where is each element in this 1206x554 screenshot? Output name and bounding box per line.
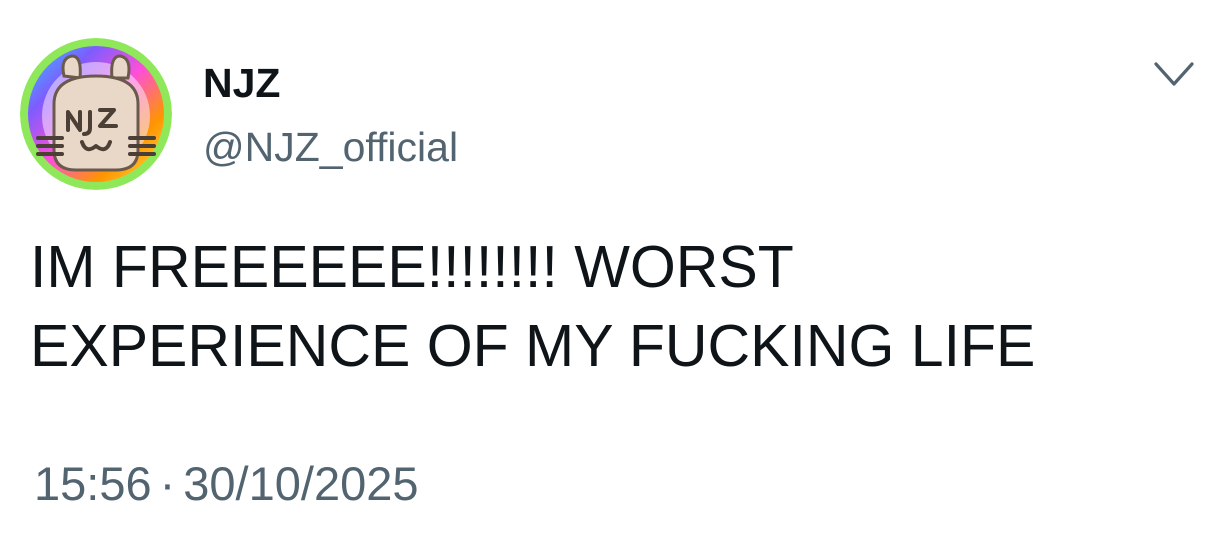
display-name[interactable]: NJZ bbox=[203, 58, 280, 108]
chevron-down-icon bbox=[1154, 62, 1194, 86]
tweet-time: 15:56 bbox=[34, 457, 152, 510]
tweet-date: 30/10/2025 bbox=[183, 457, 419, 510]
bunny-logo-icon bbox=[20, 38, 172, 190]
tweet-text-line: EXPERIENCE OF MY FUCKING LIFE bbox=[30, 313, 1036, 379]
tweet-text: IM FREEEEEE!!!!!!!! WORST EXPERIENCE OF … bbox=[30, 228, 1190, 386]
more-options-button[interactable] bbox=[1146, 52, 1202, 98]
tweet-card: NJZ @NJZ_official IM FREEEEEE!!!!!!!! WO… bbox=[0, 0, 1206, 554]
tweet-text-line: IM FREEEEEE!!!!!!!! WORST bbox=[30, 234, 794, 300]
user-handle[interactable]: @NJZ_official bbox=[203, 122, 458, 172]
avatar[interactable] bbox=[20, 38, 172, 190]
timestamp-separator: · bbox=[159, 457, 176, 510]
tweet-timestamp[interactable]: 15:56 · 30/10/2025 bbox=[34, 454, 419, 514]
